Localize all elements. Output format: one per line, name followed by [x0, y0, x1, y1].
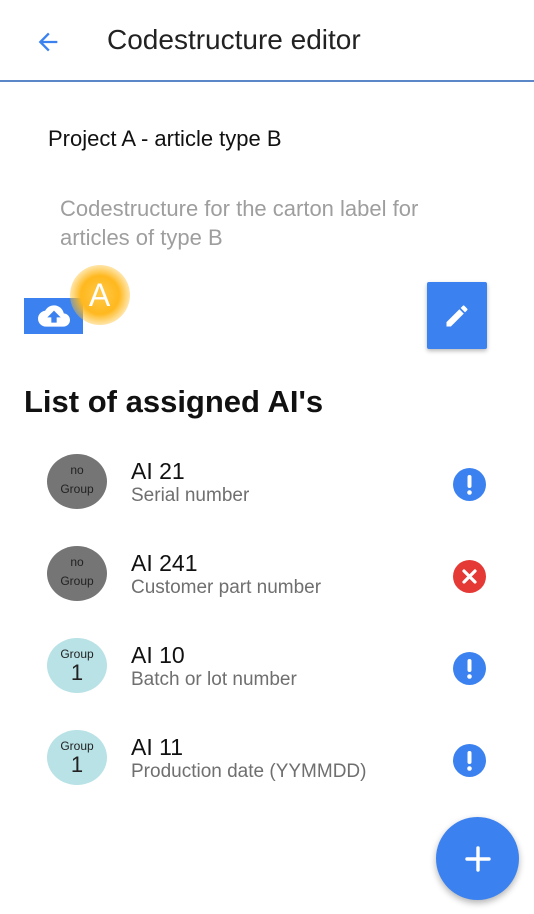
arrow-left-icon — [38, 32, 58, 52]
group-badge: no Group — [47, 454, 107, 509]
close-icon — [462, 569, 477, 584]
back-button[interactable] — [28, 22, 68, 62]
add-ai-button[interactable] — [436, 817, 519, 900]
error-status-button[interactable] — [453, 560, 486, 593]
list-item[interactable]: no Group AI 21 Serial number — [0, 440, 534, 532]
ai-description: Production date (YYMMDD) — [131, 761, 367, 782]
project-description: Codestructure for the carton label for a… — [60, 196, 419, 250]
page-title: Codestructure editor — [107, 24, 361, 55]
group-badge: Group 1 — [47, 730, 107, 785]
marker-label: A — [88, 276, 111, 313]
group-badge-bottom: 1 — [70, 752, 84, 777]
group-badge-bottom: Group — [60, 482, 94, 496]
group-badge: no Group — [47, 546, 107, 601]
ai-code: AI 11 — [131, 734, 183, 760]
group-badge: Group 1 — [47, 638, 107, 693]
group-badge-top: no — [70, 555, 84, 569]
group-badge-bottom: Group — [60, 574, 94, 588]
info-status-button[interactable] — [453, 652, 486, 685]
group-badge-bottom: 1 — [70, 660, 84, 685]
list-item[interactable]: Group 1 AI 11 Production date (YYMMDD) — [0, 716, 534, 808]
ai-description: Batch or lot number — [131, 669, 297, 690]
ai-code: AI 10 — [131, 642, 185, 668]
list-item[interactable]: Group 1 AI 10 Batch or lot number — [0, 624, 534, 716]
touch-marker: A — [70, 265, 130, 325]
ai-description: Serial number — [131, 485, 250, 506]
pencil-icon — [446, 304, 468, 326]
project-name: Project A - article type B — [48, 126, 282, 151]
info-status-button[interactable] — [453, 468, 486, 501]
exclamation-icon — [467, 475, 472, 495]
info-status-button[interactable] — [453, 744, 486, 777]
edit-button[interactable] — [427, 282, 487, 349]
cloud-upload-icon — [37, 305, 70, 327]
list-item[interactable]: no Group AI 241 Customer part number — [0, 532, 534, 624]
group-badge-top: no — [70, 463, 84, 477]
ai-code: AI 21 — [131, 458, 185, 484]
exclamation-icon — [467, 751, 472, 771]
app-bar: Codestructure editor — [0, 0, 534, 82]
ai-code: AI 241 — [131, 550, 198, 576]
exclamation-icon — [467, 659, 472, 679]
list-title: List of assigned AI's — [24, 384, 324, 419]
plus-icon — [464, 845, 491, 872]
ai-description: Customer part number — [131, 577, 322, 598]
